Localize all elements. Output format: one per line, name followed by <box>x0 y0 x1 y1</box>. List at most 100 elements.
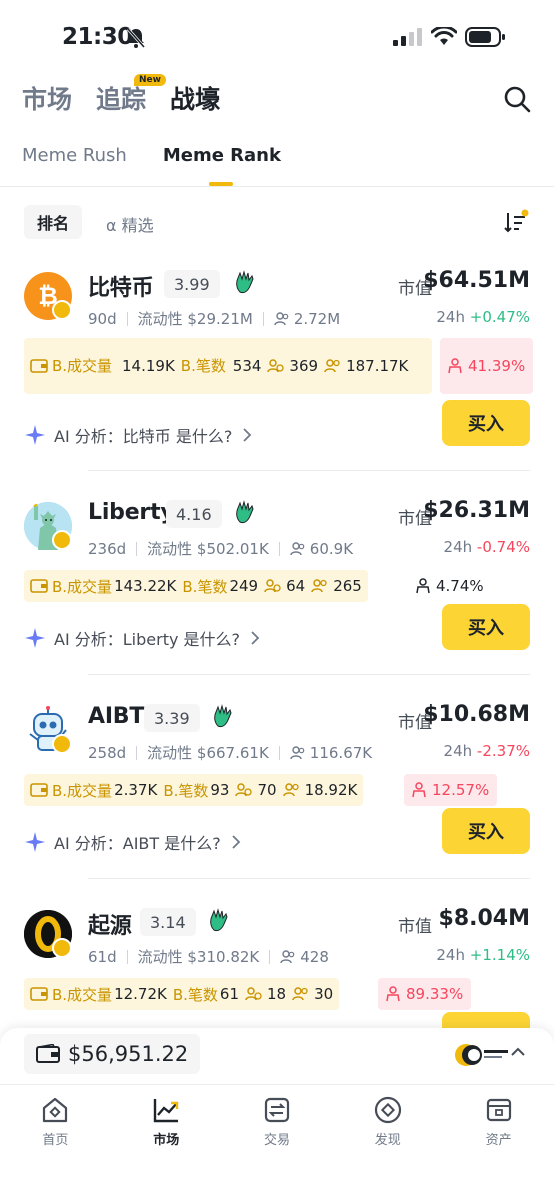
ai-sparkle-icon <box>25 832 45 852</box>
ai-analysis-link[interactable]: AI 分析：AIBT 是什么? <box>24 830 249 854</box>
chevron-right-icon <box>232 835 241 849</box>
smart-money-value: 70 <box>257 781 277 799</box>
wallet-bar[interactable]: $56,951.22 <box>0 1028 554 1084</box>
tab-track[interactable]: 追踪 New <box>96 74 166 116</box>
ai-analysis-text: AI 分析：Liberty 是什么? <box>54 630 241 649</box>
buy-button[interactable] <box>442 1012 530 1028</box>
smart-money-icon <box>264 579 281 593</box>
chevron-up-icon[interactable] <box>510 1046 526 1058</box>
token-logo <box>24 910 72 958</box>
trades-label: B.笔数 <box>163 781 209 800</box>
token-liquidity: 流动性 $310.82K <box>137 948 260 966</box>
volume-value: 12.72K <box>114 985 167 1003</box>
buy-button[interactable]: 买入 <box>442 604 530 650</box>
hand-wave-icon <box>214 704 232 728</box>
smart-money-value: 18 <box>267 985 287 1003</box>
top10-value: 41.39% <box>468 357 526 375</box>
smart-money-icon <box>267 359 285 373</box>
tab-track-label: 追踪 <box>96 85 147 114</box>
top10-holders: 41.39% <box>440 338 534 394</box>
volume-value: 143.22K <box>114 577 177 595</box>
kol-icon <box>282 783 299 797</box>
top10-value: 12.57% <box>432 781 490 799</box>
hand-wave-icon <box>210 908 228 932</box>
change-value: +0.47% <box>469 308 530 326</box>
top10-icon <box>448 358 462 374</box>
change-value: +1.14% <box>469 946 530 964</box>
token-age: 61d <box>88 947 117 966</box>
price-change: 24h +1.14% <box>436 946 530 964</box>
token-name: 起源 <box>88 914 132 939</box>
ai-analysis-link[interactable]: AI 分析：比特币 是什么? <box>24 423 260 447</box>
tab-meme-rush[interactable]: Meme Rush <box>22 145 127 166</box>
status-bar: 21:30 <box>0 0 554 72</box>
volume-value: 14.19K <box>122 357 175 375</box>
wallet-icon <box>486 1098 511 1122</box>
buy-button[interactable]: 买入 <box>442 400 530 446</box>
ai-analysis-text: AI 分析：比特币 是什么? <box>54 427 233 446</box>
token-score: 3.14 <box>140 908 196 936</box>
trades-label: B.笔数 <box>172 985 218 1004</box>
nav-home[interactable]: 首页 <box>0 1085 111 1199</box>
nav-assets[interactable]: 资产 <box>443 1085 554 1199</box>
token-meta: 236d 流动性 $502.01K 60.9K <box>88 538 353 559</box>
top10-holders: 89.33% <box>378 978 472 1010</box>
change-value: -0.74% <box>476 538 530 556</box>
wallet-icon <box>36 1044 60 1063</box>
filter-alpha-select[interactable]: α 精选 <box>106 212 154 236</box>
wallet-small-icon <box>30 987 48 1001</box>
token-age: 90d <box>88 309 117 328</box>
ai-analysis-link[interactable]: AI 分析：Liberty 是什么? <box>24 626 268 650</box>
wallet-balance: $56,951.22 <box>68 1042 189 1066</box>
bnb-chain-icon <box>52 734 72 754</box>
token-row[interactable]: AIBT 3.39 市值 $10.68M 258d 流动性 $667.61K 1… <box>0 690 554 894</box>
token-liquidity: 流动性 $502.01K <box>147 540 269 558</box>
divider <box>0 186 554 187</box>
kol-value: 265 <box>333 577 362 595</box>
holders-icon <box>280 949 295 963</box>
buy-button[interactable]: 买入 <box>442 808 530 854</box>
nav-discover[interactable]: 发现 <box>332 1085 443 1199</box>
wallet-balance-chip[interactable]: $56,951.22 <box>24 1034 201 1074</box>
smart-money-icon <box>235 783 253 797</box>
trades-value: 534 <box>232 357 262 375</box>
wifi-icon <box>431 27 457 45</box>
token-logo: ₿ <box>24 272 72 320</box>
sub-tabs: Meme Rush Meme Rank <box>22 145 317 166</box>
price-change: 24h -2.37% <box>444 742 530 760</box>
nav-home-label: 首页 <box>42 1133 69 1148</box>
ai-analysis-text: AI 分析：AIBT 是什么? <box>54 834 221 853</box>
kol-icon <box>311 579 327 593</box>
chart-icon <box>153 1099 179 1123</box>
nav-market[interactable]: 市场 <box>111 1085 222 1199</box>
token-row[interactable]: 起源 3.14 市值 $8.04M 61d 流动性 $310.82K 428 2… <box>0 894 554 1028</box>
change-period: 24h <box>443 742 473 760</box>
token-liquidity: 流动性 $667.61K <box>147 744 269 762</box>
tab-meme-rank[interactable]: Meme Rank <box>163 145 281 166</box>
market-cap-value: $64.51M <box>423 268 530 293</box>
sort-filter-icon[interactable] <box>503 209 529 235</box>
token-age: 258d <box>88 743 127 762</box>
change-value: -2.37% <box>476 742 530 760</box>
search-icon[interactable] <box>502 84 532 114</box>
trades-label: B.笔数 <box>180 357 226 375</box>
nav-market-label: 市场 <box>153 1133 180 1148</box>
volume-label: B.成交量 <box>52 781 113 800</box>
token-row[interactable]: Liberty 4.16 市值 $26.31M 236d 流动性 $502.01… <box>0 486 554 690</box>
holders-icon <box>274 311 289 325</box>
trade-icon <box>264 1097 290 1123</box>
market-cap-value: $26.31M <box>423 498 530 523</box>
chevron-right-icon <box>243 428 252 442</box>
volume-value: 2.37K <box>114 781 158 799</box>
nav-trade[interactable]: 交易 <box>222 1085 333 1199</box>
token-row[interactable]: ₿ 比特币 3.99 市值 $64.51M 90d 流动性 $29.21M 2.… <box>0 256 554 471</box>
tab-trenches[interactable]: 战壕 <box>170 80 220 116</box>
kol-value: 187.17K <box>346 357 409 375</box>
top10-holders: 4.74% <box>408 570 492 602</box>
change-period: 24h <box>436 308 465 326</box>
ai-sparkle-icon <box>25 628 45 648</box>
market-cap-label: 市值 <box>398 917 432 937</box>
filter-rank-chip[interactable]: 排名 <box>24 205 82 239</box>
volume-label: B.成交量 <box>52 985 113 1004</box>
tab-market[interactable]: 市场 <box>22 80 72 116</box>
